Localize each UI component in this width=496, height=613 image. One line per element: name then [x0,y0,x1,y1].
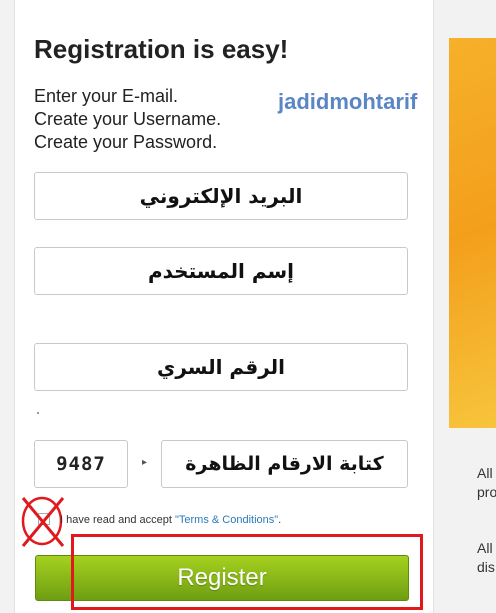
right-banner [449,38,496,428]
highlight-box [71,534,423,610]
page-title: Registration is easy! [34,34,289,64]
email-field[interactable]: البريد الإلكتروني [34,172,408,220]
sidebar-snippet: dis [477,559,495,575]
captcha-arrow-icon: ▸ [142,457,148,468]
captcha-input[interactable]: كتابة الارقام الظاهرة [161,440,408,488]
terms-link[interactable]: "Terms & Conditions" [175,514,278,526]
username-field[interactable]: إسم المستخدم [34,247,408,295]
intro-line-password: Create your Password. [34,132,218,152]
sidebar-snippet: All [477,540,493,556]
terms-text: I have read and accept "Terms & Conditio… [60,514,281,526]
password-field[interactable]: الرقم السري [34,343,408,391]
sidebar-snippet: pro [477,484,496,500]
intro-text: Enter your E-mail. Create your Username.… [34,85,221,154]
divider-dot [37,412,39,414]
captcha-image: 9487 [34,440,128,488]
intro-line-email: Enter your E-mail. [34,86,179,106]
sidebar-snippet: All [477,465,493,481]
watermark-text: jadidmohtarif [278,89,418,114]
terms-prefix: I have read and accept [60,514,172,526]
terms-suffix: . [278,514,282,526]
intro-line-username: Create your Username. [34,109,222,129]
